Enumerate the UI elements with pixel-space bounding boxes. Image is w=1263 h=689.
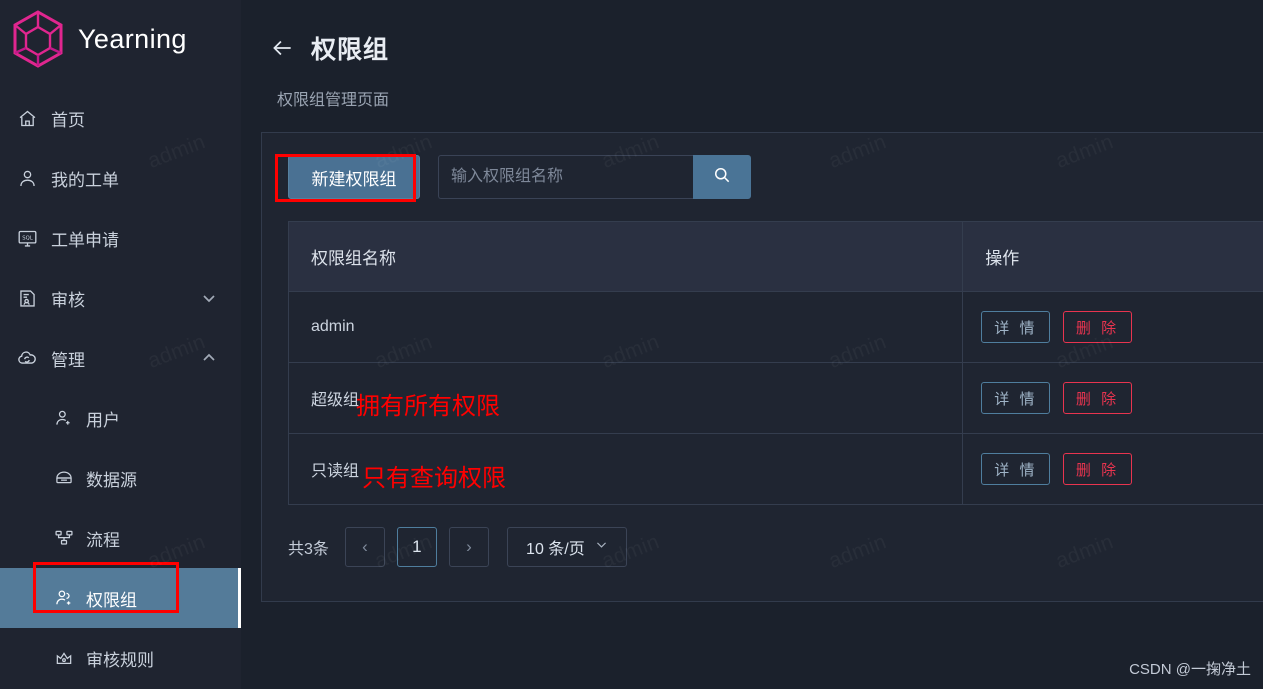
sidebar-item-permission-group[interactable]: 权限组 — [0, 568, 241, 628]
cell-group-name: admin — [288, 291, 964, 363]
brand: Yearning — [0, 0, 241, 78]
search-button[interactable] — [693, 155, 751, 199]
user-icon — [16, 167, 38, 189]
pagination-total: 共3条 — [288, 541, 329, 558]
page-title: 权限组 — [311, 36, 390, 64]
search-group — [438, 155, 751, 199]
sidebar-nav: 首页 我的工单 SQL 工单申请 审核 管理 用户 数据源 流程 权限组 审核规… — [0, 78, 241, 688]
pagination-prev-button[interactable]: ‹ — [344, 527, 385, 567]
audit-doc-icon — [16, 287, 38, 309]
sidebar-item-audit-rules[interactable]: 审核规则 — [0, 628, 241, 688]
delete-button[interactable]: 删 除 — [1062, 311, 1133, 343]
flow-icon — [54, 528, 74, 548]
main-content: 权限组 权限组管理页面 新建权限组 输入权限组名称 权限组名称 操作 admin… — [241, 0, 1263, 689]
sidebar-item-order-apply[interactable]: SQL 工单申请 — [0, 208, 241, 268]
detail-button[interactable]: 详 情 — [981, 311, 1051, 343]
user-add-icon — [54, 408, 74, 428]
delete-button[interactable]: 删 除 — [1062, 382, 1133, 414]
sidebar-item-label: 权限组 — [86, 590, 137, 610]
arrow-left-icon[interactable] — [269, 35, 295, 61]
hexagon-cube-logo-icon — [6, 7, 70, 71]
page-header: 权限组 权限组管理页面 — [241, 0, 1263, 110]
svg-text:SQL: SQL — [22, 235, 32, 241]
app-root: Yearning 首页 我的工单 SQL 工单申请 审核 管理 用户 数据源 流… — [0, 0, 1263, 689]
permission-group-table: 权限组名称 操作 admin 详 情 删 除 超级组 详 情 删 除 只读组 详… — [288, 221, 1263, 505]
sidebar-item-label: 流程 — [86, 530, 120, 550]
table-row: 只读组 详 情 删 除 — [288, 433, 1263, 505]
sidebar-item-home[interactable]: 首页 — [0, 88, 241, 148]
sidebar-item-label: 用户 — [86, 410, 120, 430]
search-icon — [712, 165, 732, 190]
database-icon — [54, 468, 74, 488]
table-head: 权限组名称 操作 — [288, 221, 1263, 292]
sidebar-item-manage[interactable]: 管理 — [0, 328, 241, 388]
sql-monitor-icon: SQL — [16, 227, 38, 249]
page-title-row: 权限组 — [269, 30, 1263, 66]
sidebar-item-label: 我的工单 — [51, 170, 119, 190]
pagination-next-button[interactable]: › — [448, 527, 489, 567]
cell-group-name: 超级组 — [288, 362, 964, 434]
pagination-page-1[interactable]: 1 — [396, 527, 437, 567]
pagination: 共3条 ‹ 1 › 10 条/页 — [288, 527, 1263, 567]
table-header-row: 权限组名称 操作 — [288, 221, 1263, 292]
sidebar-item-label: 审核规则 — [86, 650, 154, 670]
chevron-down-icon — [201, 290, 217, 306]
sidebar: Yearning 首页 我的工单 SQL 工单申请 审核 管理 用户 数据源 流… — [0, 0, 241, 689]
detail-button[interactable]: 详 情 — [981, 382, 1051, 414]
sidebar-item-label: 管理 — [51, 350, 85, 370]
sidebar-item-my-orders[interactable]: 我的工单 — [0, 148, 241, 208]
content-card: 新建权限组 权限组名称 — [261, 132, 1263, 602]
sidebar-item-label: 首页 — [51, 110, 85, 130]
delete-button[interactable]: 删 除 — [1062, 453, 1133, 485]
sidebar-item-flow[interactable]: 流程 — [0, 508, 241, 568]
page-size-label: 10 条/页 — [526, 541, 585, 558]
user-group-icon — [54, 588, 74, 608]
cell-operations: 详 情 删 除 — [962, 362, 1263, 434]
sidebar-item-audit[interactable]: 审核 — [0, 268, 241, 328]
home-icon — [16, 107, 38, 129]
table-body: admin 详 情 删 除 超级组 详 情 删 除 只读组 详 情 删 除 — [288, 291, 1263, 505]
cell-operations: 详 情 删 除 — [962, 433, 1263, 505]
page-subtitle: 权限组管理页面 — [277, 92, 390, 109]
detail-button[interactable]: 详 情 — [981, 453, 1051, 485]
create-permission-group-button[interactable]: 新建权限组 — [288, 155, 420, 199]
column-header-name: 权限组名称 — [288, 221, 964, 292]
cell-group-name: 只读组 — [288, 433, 964, 505]
sidebar-item-label: 工单申请 — [51, 230, 119, 250]
chevron-down-icon — [595, 538, 608, 556]
sidebar-item-users[interactable]: 用户 — [0, 388, 241, 448]
search-input[interactable] — [438, 155, 693, 199]
cell-operations: 详 情 删 除 — [962, 291, 1263, 363]
sidebar-item-datasource[interactable]: 数据源 — [0, 448, 241, 508]
table-row: 超级组 详 情 删 除 — [288, 362, 1263, 434]
brand-name: Yearning — [78, 23, 187, 54]
toolbar: 新建权限组 — [288, 155, 1263, 199]
cloud-sync-icon — [16, 347, 38, 369]
chevron-up-icon — [201, 350, 217, 366]
csdn-watermark: CSDN @一掬净土 — [1129, 661, 1251, 678]
column-header-operation: 操作 — [962, 221, 1263, 292]
crown-icon — [54, 648, 74, 668]
sidebar-item-label: 数据源 — [86, 470, 137, 490]
table-row: admin 详 情 删 除 — [288, 291, 1263, 363]
page-size-select[interactable]: 10 条/页 — [506, 527, 627, 567]
sidebar-item-label: 审核 — [51, 290, 85, 310]
